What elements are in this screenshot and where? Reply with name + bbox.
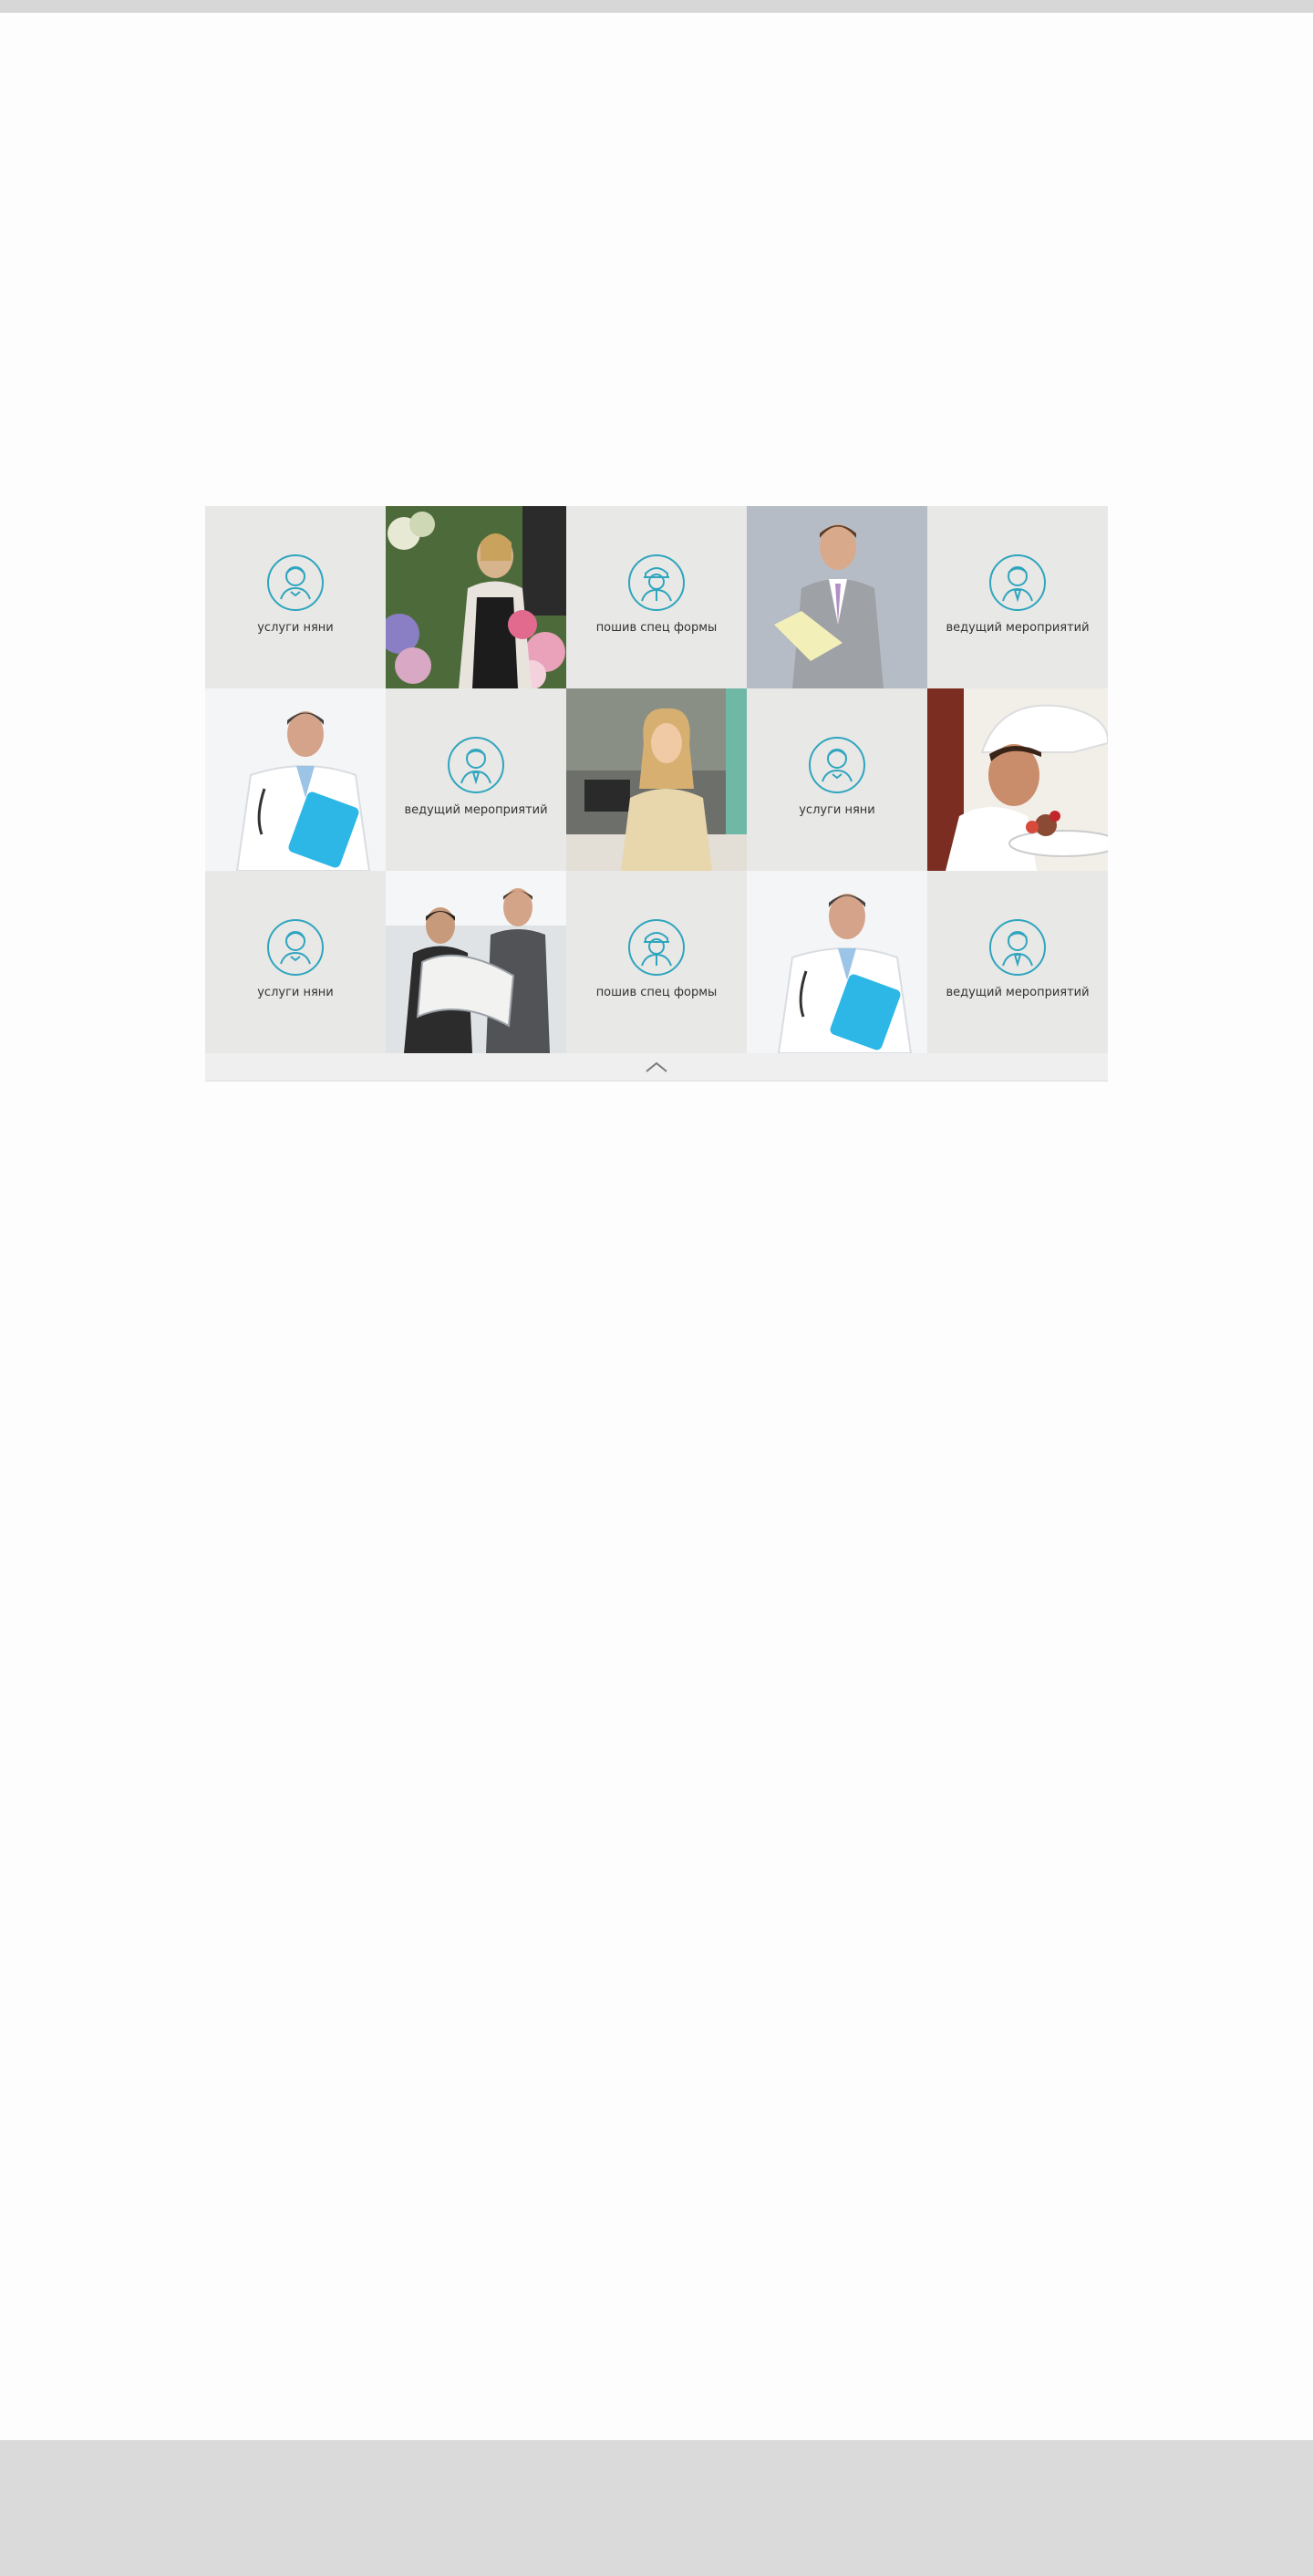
architects-photo[interactable] (386, 871, 566, 1053)
service-tile-event-host[interactable]: ведущий мероприятий (927, 506, 1108, 688)
florist-photo[interactable] (386, 506, 566, 688)
service-tile-uniform-tailoring[interactable]: пошив спец формы (566, 871, 747, 1053)
host-icon (989, 918, 1046, 976)
services-grid-section: услуги няни пошив спец формы ведущий мер… (205, 506, 1108, 1081)
services-grid: услуги няни пошив спец формы ведущий мер… (205, 506, 1108, 1053)
service-label: услуги няни (257, 985, 334, 999)
worker-cap-icon (628, 918, 685, 976)
top-bar (0, 0, 1313, 13)
chevron-up-icon (646, 1061, 667, 1072)
host-icon (989, 553, 1046, 611)
host-icon (448, 736, 504, 793)
chef-photo[interactable] (927, 688, 1108, 871)
service-label: услуги няни (257, 620, 334, 635)
service-label: ведущий мероприятий (404, 802, 548, 817)
service-label: ведущий мероприятий (946, 985, 1090, 999)
service-label: пошив спец формы (595, 985, 718, 999)
service-tile-event-host[interactable]: ведущий мероприятий (927, 871, 1108, 1053)
nanny-icon (809, 736, 865, 793)
nanny-icon (267, 918, 324, 976)
operator-photo[interactable] (566, 688, 747, 871)
service-tile-uniform-tailoring[interactable]: пошив спец формы (566, 506, 747, 688)
service-label: пошив спец формы (595, 620, 718, 635)
doctor-photo[interactable] (747, 871, 927, 1053)
worker-cap-icon (628, 553, 685, 611)
businessman-photo[interactable] (747, 506, 927, 688)
service-tile-nanny[interactable]: услуги няни (747, 688, 927, 871)
service-tile-nanny[interactable]: услуги няни (205, 506, 386, 688)
footer-bar (0, 2440, 1313, 2576)
service-label: ведущий мероприятий (946, 620, 1090, 635)
service-tile-event-host[interactable]: ведущий мероприятий (386, 688, 566, 871)
nanny-icon (267, 553, 324, 611)
service-tile-nanny[interactable]: услуги няни (205, 871, 386, 1053)
service-label: услуги няни (799, 802, 875, 817)
doctor-photo[interactable] (205, 688, 386, 871)
collapse-grid-button[interactable] (205, 1053, 1108, 1081)
